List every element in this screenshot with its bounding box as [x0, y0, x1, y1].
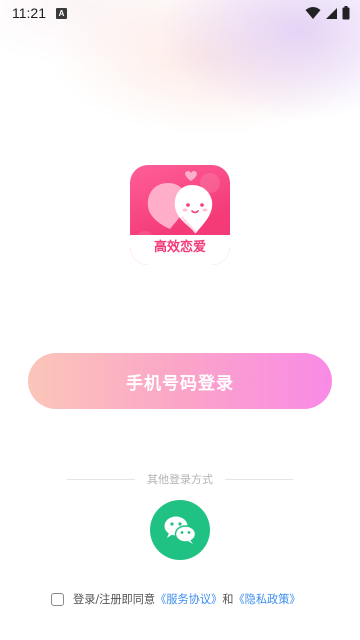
other-login-label: 其他登录方式 [147, 473, 213, 486]
wifi-icon [305, 7, 321, 19]
signal-icon [326, 7, 337, 19]
phone-login-button[interactable]: 手机号码登录 [28, 353, 332, 409]
wechat-login-button[interactable] [150, 500, 210, 560]
agreement-checkbox[interactable] [51, 592, 64, 606]
agreement-row: 登录/注册即同意 《服务协议》 和 《隐私政策》 [51, 591, 301, 607]
status-icons [305, 6, 350, 20]
battery-icon [342, 6, 350, 20]
agreement-conjunction: 和 [222, 593, 234, 606]
logo-label: 高效恋爱 [130, 235, 230, 265]
service-agreement-link[interactable]: 《服务协议》 [155, 591, 222, 607]
divider-line-left [67, 478, 135, 480]
status-bar: 11:21 A [0, 0, 360, 26]
divider-line-right [225, 478, 293, 480]
agreement-prefix: 登录/注册即同意 [73, 593, 156, 606]
other-login-divider: 其他登录方式 [67, 470, 293, 488]
privacy-policy-link[interactable]: 《隐私政策》 [233, 591, 300, 607]
wechat-icon [164, 516, 197, 544]
status-time: 11:21 [12, 5, 46, 21]
app-logo: 高效恋爱 [130, 165, 230, 265]
notification-badge-icon: A [56, 7, 67, 19]
